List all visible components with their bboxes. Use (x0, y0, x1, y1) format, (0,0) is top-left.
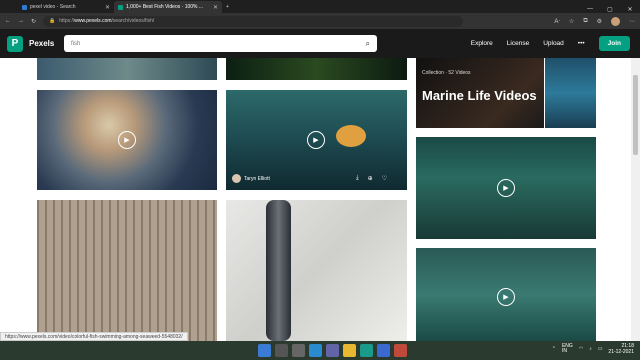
new-tab-button[interactable]: + (222, 1, 233, 13)
menu-icon[interactable]: ⋯ (629, 18, 635, 25)
profile-avatar[interactable] (611, 16, 620, 26)
back-icon[interactable]: ← (5, 18, 11, 24)
store-icon[interactable] (377, 344, 390, 357)
favorite-icon[interactable]: ☆ (569, 18, 574, 25)
video-tile[interactable] (37, 58, 217, 80)
video-author[interactable]: Taryn Elliott (232, 174, 270, 183)
status-url: https://www.pexels.com/video/colorful-fi… (0, 332, 188, 341)
extensions-icon[interactable]: ⚙ (597, 18, 602, 25)
nav-upload[interactable]: Upload (543, 40, 564, 47)
tab-title: pexel video - Search (30, 4, 76, 10)
browser-toolbar-icons: Aᐧ ☆ ⧉ ⚙ ⋯ (554, 16, 635, 26)
teams-icon[interactable] (326, 344, 339, 357)
video-actions: ⤓ ⊕ ♡ (356, 175, 387, 182)
site-nav: Explore License Upload ••• Join (471, 36, 630, 51)
url-field[interactable]: 🔒 https://www.pexels.com/search/videos/f… (43, 15, 464, 27)
fish-shape (266, 200, 291, 341)
join-button[interactable]: Join (598, 36, 630, 51)
system-tray: ⌃ ENG IN ◠ ♪ ▭ 21:18 21-12-2021 (552, 343, 634, 355)
fish-shape (336, 125, 366, 147)
battery-icon[interactable]: ▭ (598, 346, 603, 352)
download-icon[interactable]: ⤓ (356, 175, 359, 182)
nav-explore[interactable]: Explore (471, 40, 493, 47)
close-window-icon[interactable]: ✕ (620, 6, 640, 13)
nav-license[interactable]: License (507, 40, 529, 47)
app-icon[interactable] (394, 344, 407, 357)
collection-title[interactable]: Marine Life Videos (422, 88, 542, 104)
search-value: fish (71, 40, 81, 47)
video-tile-anemone[interactable]: ▶ (37, 90, 217, 190)
taskbar: ⌃ ENG IN ◠ ♪ ▭ 21:18 21-12-2021 (0, 341, 640, 360)
start-icon[interactable] (258, 344, 271, 357)
video-tile-fish-school[interactable]: ▶ (416, 248, 596, 341)
edge-icon[interactable] (360, 344, 373, 357)
window-controls: — ▢ ✕ (580, 6, 640, 13)
search-input[interactable]: fish ⌕ (64, 35, 377, 52)
video-grid: Collection · 52 Videos Marine Life Video… (0, 58, 640, 341)
play-icon[interactable]: ▶ (497, 179, 515, 197)
file-explorer-icon[interactable] (343, 344, 356, 357)
play-icon[interactable]: ▶ (307, 131, 325, 149)
language-indicator[interactable]: ENG IN (562, 343, 573, 355)
search-icon[interactable]: ⌕ (366, 39, 370, 49)
author-name: Taryn Elliott (244, 175, 270, 182)
bing-icon (22, 4, 27, 10)
url-text: https://www.pexels.com/search/videos/fis… (59, 18, 155, 24)
tab-title: 1,000+ Best Fish Videos · 100% ... (126, 4, 204, 10)
close-icon[interactable]: ✕ (105, 4, 110, 11)
scrollbar-thumb[interactable] (633, 75, 638, 155)
video-tile-fish-marble[interactable] (226, 200, 407, 341)
tab-pexels-fish[interactable]: 1,000+ Best Fish Videos · 100% ... ✕ (114, 1, 222, 13)
taskbar-apps (258, 344, 407, 357)
video-tile[interactable] (226, 58, 407, 80)
video-tile-grill-fish[interactable] (37, 200, 217, 341)
widgets-icon[interactable] (309, 344, 322, 357)
heart-icon[interactable]: ♡ (382, 175, 387, 182)
lock-icon: 🔒 (49, 18, 56, 24)
read-aloud-icon[interactable]: Aᐧ (554, 18, 560, 25)
add-icon[interactable]: ⊕ (368, 175, 373, 182)
more-icon[interactable]: ••• (578, 40, 585, 47)
task-view-icon[interactable] (292, 344, 305, 357)
author-avatar (232, 174, 241, 183)
site-header: P Pexels fish ⌕ Explore License Upload •… (0, 29, 640, 58)
forward-icon[interactable]: → (18, 18, 24, 24)
play-icon[interactable]: ▶ (497, 288, 515, 306)
address-bar-row: ← → ↻ 🔒 https://www.pexels.com/search/vi… (0, 13, 640, 29)
collection-thumb[interactable] (545, 58, 596, 128)
chevron-up-icon[interactable]: ⌃ (552, 346, 556, 352)
video-tile-kelp-school[interactable]: ▶ (416, 137, 596, 239)
refresh-icon[interactable]: ↻ (31, 18, 36, 25)
tab-pexel-search[interactable]: pexel video - Search ✕ (18, 1, 114, 13)
volume-icon[interactable]: ♪ (589, 346, 592, 352)
wifi-icon[interactable]: ◠ (579, 346, 583, 352)
collection-count: Collection · 52 Videos (422, 70, 471, 76)
brand-name[interactable]: Pexels (29, 39, 54, 48)
close-icon[interactable]: ✕ (213, 4, 218, 11)
pexels-favicon-icon (118, 4, 123, 10)
pexels-logo-icon[interactable]: P (7, 35, 23, 52)
minimize-icon[interactable]: — (580, 6, 600, 13)
clock[interactable]: 21:18 21-12-2021 (608, 343, 634, 355)
page-scrollbar[interactable] (631, 58, 640, 341)
browser-tab-bar: pexel video - Search ✕ 1,000+ Best Fish … (0, 0, 640, 13)
collections-icon[interactable]: ⧉ (583, 18, 587, 25)
search-icon[interactable] (275, 344, 288, 357)
play-icon[interactable]: ▶ (118, 131, 136, 149)
maximize-icon[interactable]: ▢ (600, 6, 620, 13)
